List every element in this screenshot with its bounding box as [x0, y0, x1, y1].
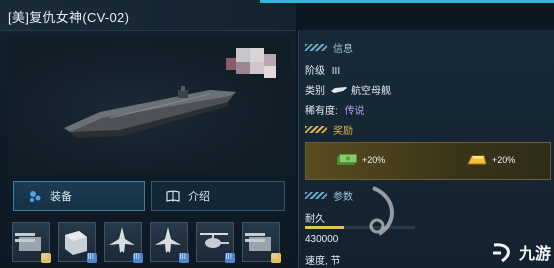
equipment-slot-1[interactable]: III: [12, 222, 51, 263]
rarity-row: 稀有度: 传说: [305, 102, 365, 117]
equipment-slot-3[interactable]: III: [104, 222, 143, 263]
speed-label: 速度, 节: [305, 256, 341, 267]
reward-box: +20% +20%: [305, 142, 551, 180]
tab-equipment[interactable]: 装备: [13, 181, 145, 211]
params-section-title: 参数: [333, 191, 353, 203]
stripes-icon: [305, 125, 327, 133]
slot-level: III: [271, 252, 278, 261]
tab-introduction-label: 介绍: [188, 191, 210, 203]
jiuyou-logo-icon: [492, 243, 510, 263]
reward-cash-text: +20%: [362, 155, 386, 165]
watermark-text: 九游: [518, 246, 551, 263]
equipment-icon: [30, 191, 41, 202]
equipment-slot-5[interactable]: III: [196, 222, 235, 263]
rarity-value: 传说: [344, 106, 365, 117]
type-label: 类别: [305, 86, 325, 97]
slot-level: III: [41, 252, 48, 261]
durability-label: 耐久: [305, 214, 325, 225]
slot-level: III: [133, 252, 140, 261]
ship-title: [美]复仇女神(CV-02): [8, 10, 130, 25]
rarity-label: 稀有度:: [305, 106, 338, 117]
reward-section-title: 奖励: [333, 125, 353, 137]
type-row: 类别 航空母舰: [305, 82, 391, 97]
slot-level: III: [87, 252, 94, 261]
tab-introduction[interactable]: 介绍: [151, 181, 285, 211]
info-section-header: 信息: [305, 40, 353, 55]
equipment-slot-2[interactable]: III: [58, 222, 97, 263]
watermark: 九游: [490, 240, 551, 264]
reward-gold-text: +20%: [492, 155, 516, 165]
stripes-icon: [305, 191, 327, 199]
reward-section-header: 奖励: [305, 122, 353, 137]
stripes-icon: [305, 43, 327, 51]
carrier-icon: [331, 86, 347, 93]
equipment-slots: III III III III III III: [10, 220, 294, 264]
cash-icon: [336, 153, 358, 166]
top-accent-line: [260, 0, 554, 3]
params-section-header: 参数: [305, 188, 353, 203]
slot-level: III: [179, 252, 186, 261]
equipment-slot-4[interactable]: III: [150, 222, 189, 263]
durability-bar-fill: [305, 226, 344, 229]
ship-info-panel: 信息 阶级 III 类别 航空母舰 稀有度: 传说 奖励 +20% +20% 参…: [298, 30, 554, 268]
aircraft-carrier-model: [64, 86, 236, 138]
ship-detail-window: [美]复仇女神(CV-02) 装备 介绍 III III III III III…: [0, 0, 554, 268]
level-row: 阶级 III: [305, 62, 340, 77]
reward-item-cash: +20%: [336, 153, 385, 167]
blurred-mosaic-patch: [226, 48, 280, 82]
level-value: III: [331, 66, 341, 77]
type-value: 航空母舰: [351, 86, 391, 97]
level-label: 阶级: [305, 66, 325, 77]
gold-bar-icon: [467, 155, 487, 165]
tab-equipment-label: 装备: [50, 191, 72, 203]
slot-level: III: [225, 252, 232, 261]
info-section-title: 信息: [333, 43, 353, 55]
ship-preview-panel: [美]复仇女神(CV-02) 装备 介绍 III III III III III…: [0, 0, 296, 268]
equipment-slot-6[interactable]: III: [242, 222, 281, 263]
reward-item-gold: +20%: [466, 153, 515, 167]
watermark-logo-icon: [369, 186, 394, 236]
title-bar: [美]复仇女神(CV-02): [0, 0, 296, 31]
book-icon: [166, 190, 180, 202]
durability-value: 430000: [305, 234, 339, 245]
